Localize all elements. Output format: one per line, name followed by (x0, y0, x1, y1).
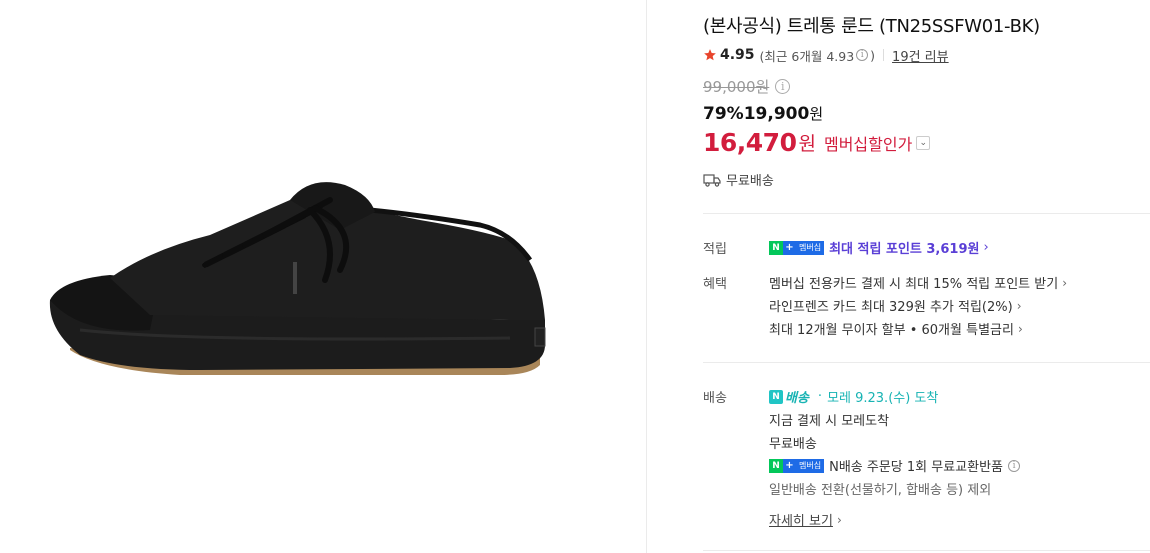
chevron-right-icon: › (1016, 298, 1022, 313)
badge-member: 멤버십 (796, 240, 825, 255)
product-image[interactable] (40, 170, 560, 400)
benefit-item[interactable]: 멤버십 전용카드 결제 시 최대 15% 적립 포인트 받기 › (769, 273, 1068, 293)
divider (703, 213, 1150, 214)
benefit-text: 최대 12개월 무이자 할부 • 60개월 특별금리 (769, 323, 1014, 338)
info-icon[interactable]: i (1008, 459, 1021, 472)
product-title: (본사공식) 트레통 룬드 (TN25SSFW01-BK) (703, 16, 1040, 37)
delivery-line: 지금 결제 시 모레도착 (769, 414, 890, 429)
benefit-item[interactable]: 최대 12개월 무이자 할부 • 60개월 특별금리 › (769, 319, 1023, 339)
divider (703, 550, 1150, 551)
free-shipping-row: 무료배송 (703, 170, 774, 189)
badge-plus: + (783, 458, 796, 473)
chevron-right-icon: › (983, 240, 989, 255)
benefit-text: 라인프렌즈 카드 최대 329원 추가 적립(2%) (769, 300, 1013, 315)
reviews-link[interactable]: 19건 리뷰 (892, 46, 949, 65)
member-price-row: 16,470 원 멤버십할인가 ⌄ (703, 128, 931, 157)
nbaesong-text: 배송 (785, 391, 809, 406)
product-info-panel: (본사공식) 트레통 룬드 (TN25SSFW01-BK) 4.95 (최근 6… (703, 0, 1150, 553)
star-icon (704, 49, 716, 61)
benefits-section-label: 혜택 (703, 277, 727, 292)
points-line[interactable]: N + 멤버십 최대 적립 포인트 3,619원 › (769, 238, 989, 257)
rating-row: 4.95 (최근 6개월 4.93 i ) 19건 리뷰 (703, 46, 949, 65)
benefit-item[interactable]: 라인프렌즈 카드 최대 329원 추가 적립(2%) › (769, 296, 1022, 316)
sale-price-row: 79%19,900원 (703, 103, 823, 124)
member-price: 16,470 (703, 128, 797, 157)
delivery-line: 무료배송 (769, 437, 817, 452)
truck-icon (703, 173, 721, 187)
naver-membership-badge: N + 멤버십 (769, 240, 825, 255)
delivery-section-label: 배송 (703, 391, 727, 406)
badge-plus: + (783, 240, 796, 255)
exchange-line: N + 멤버십 N배송 주문당 1회 무료교환반품 i (769, 456, 1022, 475)
excluded-line: 일반배송 전환(선물하기, 합배송 등) 제외 (769, 483, 992, 498)
nbaesong-line: N 배송 · 모레 9.23.(수) 도착 (769, 387, 938, 406)
pane-divider (646, 0, 647, 553)
info-icon[interactable]: i (856, 49, 869, 61)
chevron-right-icon: › (836, 512, 842, 527)
badge-n: N (769, 458, 783, 473)
original-price-row: 99,000원 i (703, 76, 791, 97)
nbaesong-badge: N 배송 (769, 387, 809, 406)
detail-link-line[interactable]: 자세히 보기 › (769, 510, 842, 530)
free-shipping-label: 무료배송 (726, 174, 774, 189)
divider (703, 362, 1150, 363)
rating-recent-close: ) (870, 47, 876, 63)
member-label: 멤버십할인가 (823, 134, 913, 154)
points-section-label: 적립 (703, 242, 727, 257)
chevron-right-icon: › (1062, 275, 1068, 290)
badge-member: 멤버십 (796, 458, 825, 473)
separator (883, 49, 885, 61)
member-won: 원 (798, 133, 816, 155)
sneaker-illustration (49, 182, 546, 375)
chevron-right-icon: › (1017, 321, 1023, 336)
rating-score: 4.95 (720, 47, 755, 63)
discount-percent: 79% (703, 104, 744, 124)
exchange-text: N배송 주문당 1회 무료교환반품 (829, 460, 1004, 475)
chevron-down-icon[interactable]: ⌄ (916, 135, 931, 150)
rating-recent: (최근 6개월 4.93 (759, 48, 855, 64)
sale-won: 원 (809, 105, 824, 123)
arrival-date: 모레 9.23.(수) 도착 (827, 391, 939, 406)
badge-n: N (769, 240, 783, 255)
detail-link[interactable]: 자세히 보기 (769, 510, 833, 529)
dot-separator: · (817, 389, 823, 404)
sale-price: 19,900 (743, 104, 810, 124)
naver-membership-badge: N + 멤버십 (769, 458, 825, 473)
original-price: 99,000원 (703, 78, 770, 96)
benefit-text: 멤버십 전용카드 결제 시 최대 15% 적립 포인트 받기 (769, 277, 1059, 292)
nbaesong-n-icon: N (769, 389, 783, 404)
product-image-area (0, 0, 646, 553)
price-info-icon[interactable]: i (775, 79, 791, 94)
max-points-text: 최대 적립 포인트 3,619원 (829, 242, 980, 257)
